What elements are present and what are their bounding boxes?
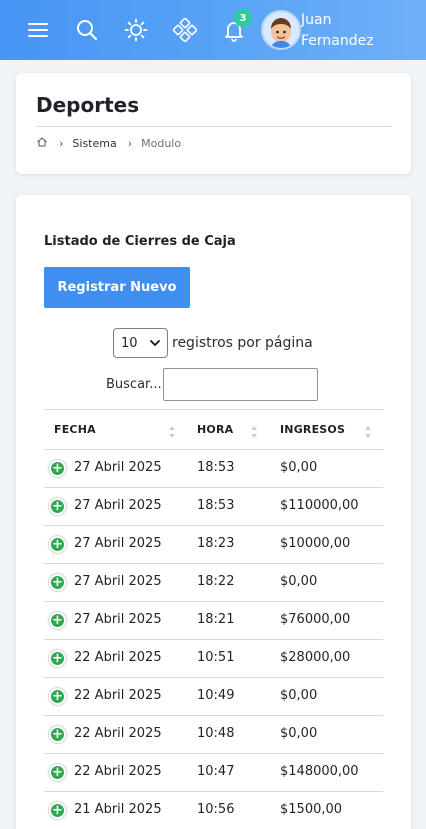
cierres-table: FECHA HORA INGRESOS +27 Abril 2025 18:53 $… bbox=[44, 409, 383, 829]
search-label: Buscar... bbox=[106, 377, 162, 392]
cell-ingresos: $0,00 bbox=[280, 574, 318, 589]
menu-icon[interactable] bbox=[23, 15, 53, 45]
page-title: Deportes bbox=[36, 93, 140, 117]
table-row[interactable]: +22 Abril 2025 10:49 $0,00 bbox=[44, 678, 383, 716]
cell-hora: 18:53 bbox=[197, 498, 235, 513]
table-row[interactable]: +27 Abril 2025 18:21 $76000,00 bbox=[44, 602, 383, 640]
expand-row-icon[interactable]: + bbox=[49, 802, 66, 819]
top-navbar: 3 Juan Fernandez bbox=[0, 0, 426, 60]
expand-row-icon[interactable]: + bbox=[49, 726, 66, 743]
chevron-right-icon: › bbox=[127, 136, 133, 150]
cell-hora: 18:22 bbox=[197, 574, 235, 589]
table-row[interactable]: +22 Abril 2025 10:47 $148000,00 bbox=[44, 754, 383, 792]
table-row[interactable]: +21 Abril 2025 10:56 $1500,00 bbox=[44, 792, 383, 829]
table-row[interactable]: +27 Abril 2025 18:53 $0,00 bbox=[44, 450, 383, 488]
expand-row-icon[interactable]: + bbox=[49, 460, 66, 477]
table-body: +27 Abril 2025 18:53 $0,00 +27 Abril 2025 18… bbox=[44, 450, 383, 829]
cell-ingresos: $0,00 bbox=[280, 688, 318, 703]
avatar[interactable] bbox=[261, 10, 301, 50]
expand-row-icon[interactable]: + bbox=[49, 498, 66, 515]
column-header-ingresos[interactable]: INGRESOS bbox=[280, 423, 345, 436]
cell-ingresos: $1500,00 bbox=[280, 802, 343, 817]
expand-row-icon[interactable]: + bbox=[49, 612, 66, 629]
divider bbox=[36, 126, 391, 127]
cell-hora: 10:51 bbox=[197, 650, 235, 665]
expand-row-icon[interactable]: + bbox=[49, 688, 66, 705]
apps-icon[interactable] bbox=[170, 15, 200, 45]
sort-icon[interactable] bbox=[250, 424, 258, 443]
sort-icon[interactable] bbox=[168, 424, 176, 443]
cell-fecha: 22 Abril 2025 bbox=[74, 726, 162, 741]
home-icon[interactable] bbox=[36, 136, 48, 151]
cell-fecha: 22 Abril 2025 bbox=[74, 688, 162, 703]
chevron-right-icon: › bbox=[59, 136, 64, 150]
expand-row-icon[interactable]: + bbox=[49, 574, 66, 591]
cell-ingresos: $148000,00 bbox=[280, 764, 359, 779]
page-size-select[interactable]: 10 bbox=[113, 328, 168, 358]
column-header-hora[interactable]: HORA bbox=[197, 423, 233, 436]
table-row[interactable]: +27 Abril 2025 18:22 $0,00 bbox=[44, 564, 383, 602]
search-icon[interactable] bbox=[72, 15, 102, 45]
sun-icon[interactable] bbox=[121, 15, 151, 45]
cell-hora: 10:48 bbox=[197, 726, 235, 741]
cell-hora: 10:47 bbox=[197, 764, 235, 779]
cell-hora: 18:21 bbox=[197, 612, 235, 627]
cell-fecha: 27 Abril 2025 bbox=[74, 536, 162, 551]
cierres-list-card: Listado de Cierres de Caja Registrar Nue… bbox=[16, 195, 411, 829]
register-new-button[interactable]: Registrar Nuevo bbox=[44, 267, 190, 308]
sort-icon[interactable] bbox=[364, 424, 372, 443]
table-row[interactable]: +27 Abril 2025 18:23 $10000,00 bbox=[44, 526, 383, 564]
expand-row-icon[interactable]: + bbox=[49, 650, 66, 667]
section-title: Listado de Cierres de Caja bbox=[44, 234, 236, 249]
cell-hora: 18:23 bbox=[197, 536, 235, 551]
cell-ingresos: $110000,00 bbox=[280, 498, 359, 513]
breadcrumb-item-sistema[interactable]: Sistema bbox=[72, 137, 116, 150]
breadcrumb: › Sistema › Modulo bbox=[36, 135, 181, 151]
user-last-name: Fernandez bbox=[301, 33, 374, 49]
cell-fecha: 27 Abril 2025 bbox=[74, 460, 162, 475]
table-row[interactable]: +22 Abril 2025 10:51 $28000,00 bbox=[44, 640, 383, 678]
cell-hora: 18:53 bbox=[197, 460, 235, 475]
cell-fecha: 27 Abril 2025 bbox=[74, 574, 162, 589]
cell-hora: 10:49 bbox=[197, 688, 235, 703]
column-header-fecha[interactable]: FECHA bbox=[54, 423, 96, 436]
chevron-down-icon bbox=[149, 337, 161, 353]
table-header: FECHA HORA INGRESOS bbox=[44, 409, 383, 450]
search-input[interactable] bbox=[162, 368, 318, 401]
expand-row-icon[interactable]: + bbox=[49, 764, 66, 781]
user-first-name: Juan bbox=[301, 12, 332, 28]
breadcrumb-item-modulo: Modulo bbox=[141, 136, 182, 150]
page-size-control: 10 registros por página bbox=[113, 328, 313, 358]
page-size-value: 10 bbox=[121, 335, 138, 351]
user-name[interactable]: Juan Fernandez bbox=[301, 10, 401, 52]
cell-hora: 10:56 bbox=[197, 802, 235, 817]
notification-badge: 3 bbox=[234, 9, 252, 27]
expand-row-icon[interactable]: + bbox=[49, 536, 66, 553]
page-size-label: registros por página bbox=[172, 335, 313, 351]
cell-ingresos: $0,00 bbox=[280, 726, 318, 741]
cell-fecha: 27 Abril 2025 bbox=[74, 498, 162, 513]
cell-fecha: 21 Abril 2025 bbox=[74, 802, 162, 817]
cell-ingresos: $0,00 bbox=[280, 460, 318, 475]
page-header-card: Deportes › Sistema › Modulo bbox=[16, 73, 411, 174]
table-row[interactable]: +22 Abril 2025 10:48 $0,00 bbox=[44, 716, 383, 754]
cell-ingresos: $10000,00 bbox=[280, 536, 351, 551]
cell-ingresos: $28000,00 bbox=[280, 650, 351, 665]
cell-fecha: 22 Abril 2025 bbox=[74, 650, 162, 665]
cell-ingresos: $76000,00 bbox=[280, 612, 351, 627]
cell-fecha: 27 Abril 2025 bbox=[74, 612, 162, 627]
table-row[interactable]: +27 Abril 2025 18:53 $110000,00 bbox=[44, 488, 383, 526]
search-row: Buscar... bbox=[106, 368, 318, 401]
cell-fecha: 22 Abril 2025 bbox=[74, 764, 162, 779]
